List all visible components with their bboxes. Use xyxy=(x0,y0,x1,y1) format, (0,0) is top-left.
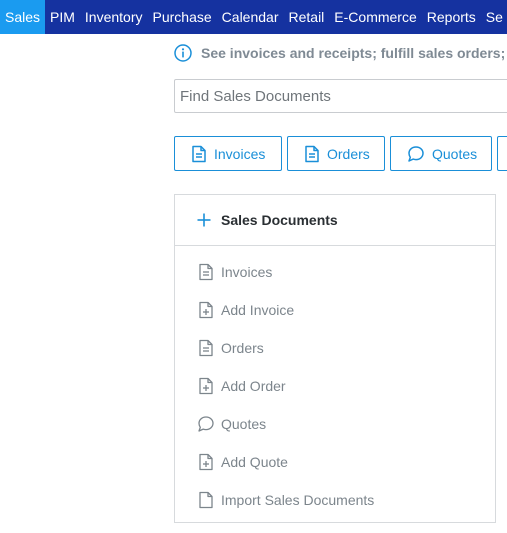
speech-bubble-icon xyxy=(197,415,215,433)
list-item-label: Import Sales Documents xyxy=(221,492,375,508)
list-item-import-sales-documents[interactable]: Import Sales Documents xyxy=(175,481,374,519)
info-banner: See invoices and receipts; fulfill sales… xyxy=(174,43,507,63)
quotes-button-label: Quotes xyxy=(432,145,478,162)
add-document-icon xyxy=(197,377,215,395)
list-item-quotes[interactable]: Quotes xyxy=(175,405,374,443)
list-item-label: Orders xyxy=(221,340,264,356)
nav-item-calendar[interactable]: Calendar xyxy=(217,0,284,34)
invoices-button-label: Invoices xyxy=(214,145,266,162)
list-item-add-order[interactable]: Add Order xyxy=(175,367,374,405)
orders-button-label: Orders xyxy=(327,145,370,162)
nav-item-ecommerce[interactable]: E-Commerce xyxy=(329,0,421,34)
add-document-icon xyxy=(197,301,215,319)
info-icon xyxy=(174,44,192,62)
top-navigation: Sales PIM Inventory Purchase Calendar Re… xyxy=(0,0,507,34)
list-item-orders[interactable]: Orders xyxy=(175,329,374,367)
nav-item-pim[interactable]: PIM xyxy=(45,0,80,34)
list-item-label: Invoices xyxy=(221,264,273,280)
list-item-label: Add Invoice xyxy=(221,302,295,318)
quotes-button[interactable]: Quotes xyxy=(390,136,492,171)
list-item-add-quote[interactable]: Add Quote xyxy=(175,443,374,481)
nav-item-reports[interactable]: Reports xyxy=(422,0,481,34)
nav-item-purchase[interactable]: Purchase xyxy=(148,0,217,34)
search-input[interactable] xyxy=(174,79,507,113)
add-document-icon xyxy=(197,453,215,471)
list-item-label: Add Quote xyxy=(221,454,288,470)
nav-item-inventory[interactable]: Inventory xyxy=(80,0,148,34)
panel-header[interactable]: Sales Documents xyxy=(175,195,495,246)
list-item-label: Add Order xyxy=(221,378,286,394)
document-icon xyxy=(192,145,206,162)
sales-documents-panel: Sales Documents Invoices Add Invoice Ord… xyxy=(174,194,496,523)
info-text: See invoices and receipts; fulfill sales… xyxy=(201,45,507,61)
speech-bubble-icon xyxy=(408,145,424,162)
document-icon xyxy=(197,339,215,357)
invoices-button[interactable]: Invoices xyxy=(174,136,282,171)
document-icon xyxy=(305,145,319,162)
nav-item-settings[interactable]: Se xyxy=(481,0,507,34)
orders-button[interactable]: Orders xyxy=(287,136,385,171)
blank-document-icon xyxy=(197,491,215,509)
list-item-invoices[interactable]: Invoices xyxy=(175,253,374,291)
nav-item-sales[interactable]: Sales xyxy=(0,0,46,34)
list-item-label: Quotes xyxy=(221,416,267,432)
plus-icon xyxy=(197,213,211,227)
sales-documents-list: Invoices Add Invoice Orders Add Order Qu… xyxy=(175,253,374,519)
nav-item-retail[interactable]: Retail xyxy=(284,0,330,34)
panel-title: Sales Documents xyxy=(221,212,338,228)
document-icon xyxy=(197,263,215,281)
list-item-add-invoice[interactable]: Add Invoice xyxy=(175,291,374,329)
more-button[interactable] xyxy=(497,136,507,171)
